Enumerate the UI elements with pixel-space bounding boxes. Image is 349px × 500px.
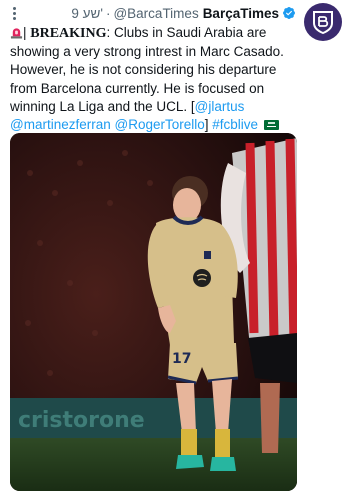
author-name[interactable]: BarçaTimes	[203, 6, 279, 21]
football-player-image: cristorone 17	[10, 133, 297, 491]
siren-icon	[10, 28, 23, 39]
verified-badge-icon	[283, 7, 295, 19]
tweet-media-photo[interactable]: cristorone 17	[10, 133, 297, 491]
tweet-header: 9 שע' · @BarcaTimes BarçaTimes	[40, 2, 296, 24]
saudi-flag-icon	[263, 120, 279, 131]
mention-link[interactable]: @RogerTorello	[115, 117, 205, 132]
advertising-board-text: cristorone	[18, 408, 145, 433]
timestamp[interactable]: 9 שע'	[71, 6, 103, 21]
breaking-label: BREAKING	[30, 26, 107, 41]
shirt-number: 17	[172, 351, 191, 367]
more-options-icon	[13, 7, 16, 10]
separator: ·	[105, 5, 111, 21]
mention-link[interactable]: @martinezferran	[10, 117, 111, 132]
more-options-button[interactable]	[13, 7, 17, 20]
hashtag-link[interactable]: #fcblive	[212, 117, 258, 132]
author-handle[interactable]: @BarcaTimes	[113, 6, 198, 21]
mention-link[interactable]: @jlartus	[195, 99, 245, 114]
barcatimes-logo-icon	[313, 11, 333, 35]
tweet-text: | BREAKING: Clubs in Saudi Arabia are sh…	[10, 24, 300, 134]
author-avatar[interactable]	[304, 3, 342, 41]
